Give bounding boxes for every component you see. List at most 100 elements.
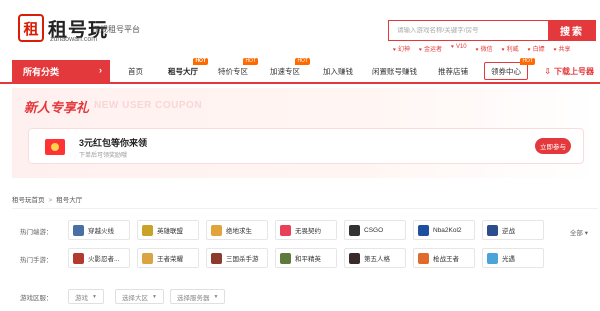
coupon-title: 3元红包等你来领 xyxy=(79,138,148,148)
game-name: 无畏契约 xyxy=(295,228,321,235)
game-name: 逆战 xyxy=(502,228,515,235)
search-box xyxy=(388,20,548,41)
game-chip[interactable]: Nba2Kol2 xyxy=(413,220,475,240)
nav-recommended-stores[interactable]: 推荐店铺 xyxy=(438,60,468,82)
game-select[interactable]: 游戏 ▼ xyxy=(68,289,104,304)
site-header: 租 租号玩 zuhaowan.com 正规租号平台 搜索 幻神 金运者 V10 … xyxy=(0,0,600,60)
nav-earn-money[interactable]: 加入赚钱 xyxy=(323,60,353,82)
nav-rental-hall[interactable]: 租号大厅 HOT xyxy=(168,58,208,82)
cf-icon xyxy=(73,224,84,236)
naruto-icon xyxy=(73,252,84,264)
game-name: 三国杀手游 xyxy=(226,256,259,263)
nav-idle-account[interactable]: 闲置账号赚钱 xyxy=(372,60,417,82)
region-label: 游戏区服： xyxy=(20,295,53,302)
hot-tag[interactable]: 幻神 xyxy=(393,44,410,53)
site-logo[interactable]: 租 租号玩 zuhaowan.com xyxy=(18,14,107,44)
game-chip[interactable]: 火影忍者... xyxy=(68,248,130,268)
nav-home[interactable]: 首页 xyxy=(128,60,143,82)
game-name: 英雄联盟 xyxy=(157,228,183,235)
new-user-banner: 新人专享礼 NEW USER COUPON 3元红包等你来领 下单后可领奖励哦 … xyxy=(12,88,600,178)
qzwz-icon xyxy=(418,252,429,264)
select-value: 选择服务器 xyxy=(177,294,210,302)
game-chip[interactable]: 三国杀手游 xyxy=(206,248,268,268)
game-chip[interactable]: 王者荣耀 xyxy=(137,248,199,268)
game-name: 火影忍者... xyxy=(88,256,120,263)
game-name: 绝地求生 xyxy=(226,228,252,235)
game-chip[interactable]: 穿越火线 xyxy=(68,220,130,240)
platform-tagline: 正规租号平台 xyxy=(92,25,140,34)
region-select[interactable]: 选择大区 ▼ xyxy=(115,289,164,304)
participate-button[interactable]: 立即参与 xyxy=(535,138,571,154)
breadcrumb-separator: > xyxy=(48,197,53,204)
game-name: 穿越火线 xyxy=(88,228,114,235)
chevron-right-icon: › xyxy=(99,65,102,75)
hpjy-icon xyxy=(280,252,291,264)
nav-label: 领券中心 xyxy=(491,66,521,76)
breadcrumb: 租号玩首页 > 租号大厅 xyxy=(12,194,82,204)
search-button[interactable]: 搜索 xyxy=(548,20,596,41)
game-name: Nba2Kol2 xyxy=(433,226,462,234)
hot-badge: HOT xyxy=(243,58,258,65)
mobile-games-label: 热门手游： xyxy=(20,257,53,264)
coupon-subtitle: 下单后可领奖励哦 xyxy=(79,153,128,159)
hot-badge: HOT xyxy=(520,58,535,65)
nav-coupon-center[interactable]: 领券中心 HOT xyxy=(484,58,535,80)
nav-label: 特价专区 xyxy=(218,66,248,76)
pc-games-label: 热门端游： xyxy=(20,229,53,236)
valorant-icon xyxy=(280,224,291,236)
sgs-icon xyxy=(211,252,222,264)
breadcrumb-home[interactable]: 租号玩首页 xyxy=(12,197,45,204)
nav-label: 加速专区 xyxy=(270,66,300,76)
game-chip[interactable]: 无畏契约 xyxy=(275,220,337,240)
game-chip[interactable]: 英雄联盟 xyxy=(137,220,199,240)
game-name: 枪战王者 xyxy=(433,256,459,263)
nba-icon xyxy=(418,224,429,236)
wzry-icon xyxy=(142,252,153,264)
caret-down-icon: ▼ xyxy=(213,293,219,300)
search-input[interactable] xyxy=(397,27,548,34)
lol-icon xyxy=(142,224,153,236)
download-label: 下载上号器 xyxy=(554,66,594,76)
caret-down-icon: ▼ xyxy=(152,293,157,300)
breadcrumb-current: 租号大厅 xyxy=(56,197,83,204)
select-value: 游戏 xyxy=(75,294,88,302)
game-chip[interactable]: 光遇 xyxy=(482,248,544,268)
logo-mark: 租 xyxy=(18,14,44,42)
hot-tag[interactable]: 利威 xyxy=(502,44,519,53)
game-chip[interactable]: 第五人格 xyxy=(344,248,406,268)
show-all-toggle[interactable]: 全部 ▾ xyxy=(570,227,588,237)
hot-tag[interactable]: 微信 xyxy=(476,44,493,53)
select-value: 选择大区 xyxy=(122,294,148,302)
hot-tag[interactable]: 白嫖 xyxy=(528,44,545,53)
hot-tag[interactable]: V10 xyxy=(451,44,467,53)
hot-badge: HOT xyxy=(193,58,208,65)
csgo-icon xyxy=(349,224,360,236)
game-chip[interactable]: 绝地求生 xyxy=(206,220,268,240)
server-select[interactable]: 选择服务器 ▼ xyxy=(170,289,226,304)
game-chip[interactable]: 枪战王者 xyxy=(413,248,475,268)
nav-special-offers[interactable]: 特价专区 HOT xyxy=(218,58,258,82)
game-chip[interactable]: 逆战 xyxy=(482,220,544,240)
nav-label: 租号大厅 xyxy=(168,66,198,76)
game-name: 光遇 xyxy=(502,256,515,263)
logo-domain: zuhaowan.com xyxy=(50,36,98,43)
sky-icon xyxy=(487,252,498,264)
all-categories-button[interactable]: 所有分类 › xyxy=(12,60,110,82)
game-filter-panel: 热门端游： 穿越火线 英雄联盟 绝地求生 无畏契约 CSGO Nba2Kol2 逆战 全部 … xyxy=(12,208,598,311)
main-nav: 所有分类 › 首页 租号大厅 HOT 特价专区 HOT 加速专区 HOT 加入赚… xyxy=(0,58,600,84)
red-packet-icon xyxy=(45,139,65,155)
game-chip[interactable]: 和平精英 xyxy=(275,248,337,268)
game-name: 王者荣耀 xyxy=(157,256,183,263)
hot-tag[interactable]: 金运者 xyxy=(419,44,442,53)
game-chip[interactable]: CSGO xyxy=(344,220,406,240)
caret-down-icon: ▼ xyxy=(92,293,97,300)
download-icon: ⇩ xyxy=(544,66,551,76)
nav-accelerate[interactable]: 加速专区 HOT xyxy=(270,58,310,82)
banner-title: 新人专享礼 xyxy=(24,100,90,115)
banner-watermark: NEW USER COUPON xyxy=(94,100,203,111)
game-name: 第五人格 xyxy=(364,256,390,263)
download-client-link[interactable]: ⇩ 下载上号器 xyxy=(544,60,594,82)
hot-tag[interactable]: 共享 xyxy=(554,44,571,53)
nz-icon xyxy=(487,224,498,236)
hot-badge: HOT xyxy=(295,58,310,65)
